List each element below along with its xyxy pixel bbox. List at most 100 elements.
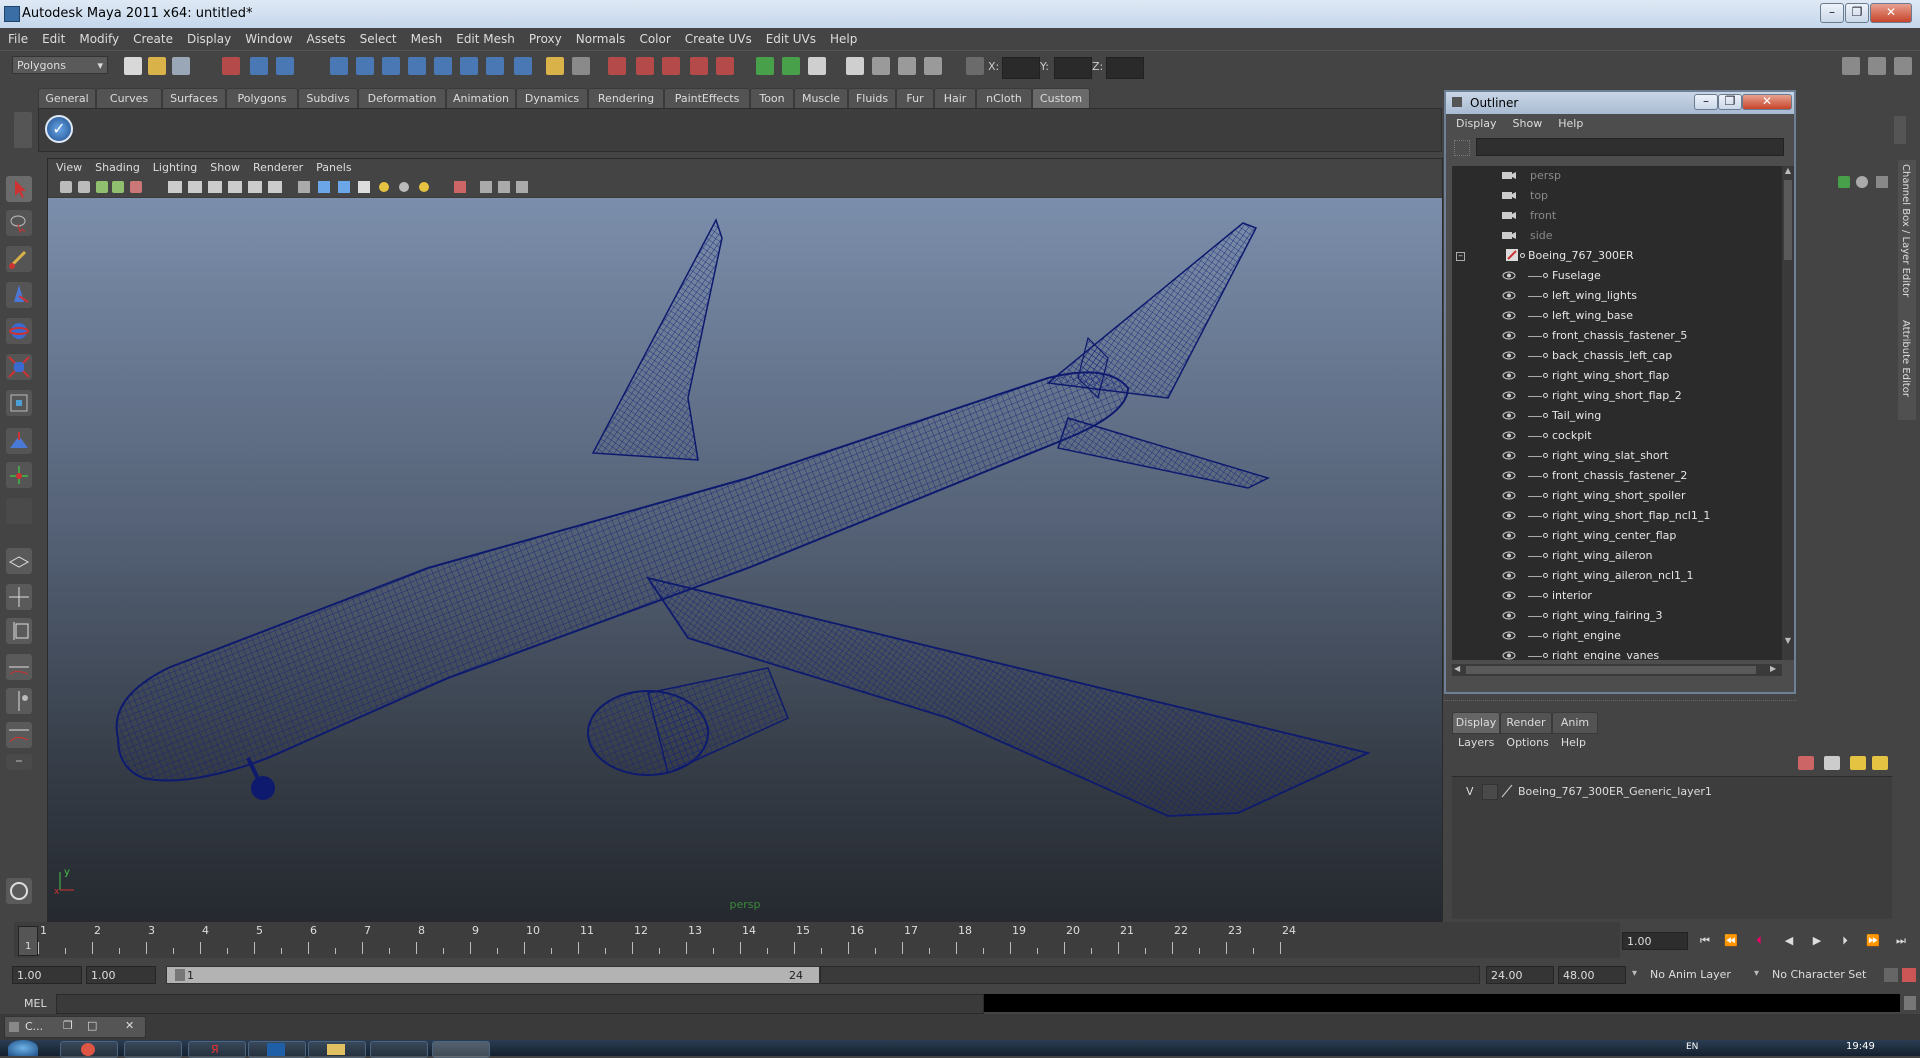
menu-help[interactable]: Help bbox=[822, 28, 863, 46]
auto-key-icon[interactable] bbox=[1884, 968, 1898, 982]
outliner-item[interactable]: back_chassis_left_cap bbox=[1452, 346, 1770, 366]
outliner-minimize-button[interactable]: – bbox=[1694, 94, 1718, 110]
outliner-item-camera[interactable]: persp bbox=[1452, 166, 1770, 186]
layer-name[interactable]: Boeing_767_300ER_Generic_layer1 bbox=[1518, 785, 1712, 798]
outliner-item[interactable]: left_wing_base bbox=[1452, 306, 1770, 326]
menu-set-select[interactable]: Polygons ▾ bbox=[12, 56, 108, 74]
minimized-window[interactable]: C... ❐ □ ✕ bbox=[4, 1016, 146, 1038]
layer-menu-help[interactable]: Help bbox=[1555, 736, 1592, 749]
menu-file[interactable]: File bbox=[0, 28, 34, 46]
show-manipulator-icon[interactable] bbox=[6, 462, 32, 488]
outliner-item[interactable]: right_engine bbox=[1452, 626, 1770, 646]
outliner-item[interactable]: left_wing_lights bbox=[1452, 286, 1770, 306]
paint-select-tool-icon[interactable] bbox=[6, 246, 32, 272]
new-layer-empty-icon[interactable] bbox=[1798, 756, 1814, 770]
shelf-menu-icon[interactable] bbox=[14, 112, 32, 148]
side-tab-attribute-editor[interactable]: Attribute Editor bbox=[1900, 320, 1911, 397]
open-scene-icon[interactable] bbox=[148, 57, 166, 75]
snap-surface-icon[interactable] bbox=[434, 57, 452, 75]
char-set-dropdown-icon[interactable]: ▾ bbox=[1754, 968, 1759, 979]
minimize-button[interactable]: – bbox=[1820, 3, 1844, 23]
shelf-tab-polygons[interactable]: Polygons bbox=[226, 88, 298, 109]
outliner-item[interactable]: Fuselage bbox=[1452, 266, 1770, 286]
layer-options-icon[interactable] bbox=[1850, 756, 1866, 770]
current-frame-field[interactable]: 1.00 bbox=[1622, 932, 1688, 950]
hypershade-icon[interactable] bbox=[690, 57, 708, 75]
channel-box-toggle-icon[interactable] bbox=[1868, 57, 1886, 75]
tool-settings-icon[interactable] bbox=[846, 57, 864, 75]
step-back-frame-icon[interactable]: ⏴ bbox=[1750, 934, 1768, 948]
snap-curve-icon[interactable] bbox=[356, 57, 374, 75]
snap-plane-icon[interactable] bbox=[408, 57, 426, 75]
step-forward-frame-icon[interactable]: ⏵ bbox=[1836, 934, 1854, 948]
shelf-tab-custom[interactable]: Custom bbox=[1032, 88, 1090, 109]
start-time-field[interactable]: 1.00 bbox=[12, 966, 82, 984]
soft-mod-tool-icon[interactable] bbox=[6, 428, 32, 454]
x-input[interactable] bbox=[1002, 57, 1040, 79]
snap-point-icon[interactable] bbox=[382, 57, 400, 75]
scroll-up-icon[interactable]: ▲ bbox=[1783, 166, 1793, 176]
select-object-icon[interactable] bbox=[250, 57, 268, 75]
menu-edit-uvs[interactable]: Edit UVs bbox=[758, 28, 822, 46]
menu-create-uvs[interactable]: Create UVs bbox=[677, 28, 758, 46]
vp-menu-lighting[interactable]: Lighting bbox=[145, 159, 202, 174]
channel-box-icon[interactable] bbox=[872, 57, 890, 75]
outliner-item[interactable]: front_chassis_fastener_2 bbox=[1452, 466, 1770, 486]
outliner-item[interactable]: right_wing_short_flap_2 bbox=[1452, 386, 1770, 406]
layers-icon[interactable] bbox=[1856, 176, 1868, 188]
range-slider-track[interactable] bbox=[820, 966, 1480, 984]
select-component-icon[interactable] bbox=[276, 57, 294, 75]
outliner-item[interactable]: right_wing_aileron bbox=[1452, 546, 1770, 566]
layer-sort-icon[interactable] bbox=[1872, 756, 1888, 770]
shelf-tab-subdivs[interactable]: Subdivs bbox=[298, 88, 358, 109]
perspective-viewport[interactable]: View Shading Lighting Show Renderer Panels bbox=[47, 158, 1443, 922]
menu-window[interactable]: Window bbox=[237, 28, 298, 46]
vp-menu-shading[interactable]: Shading bbox=[87, 159, 145, 174]
menu-mesh[interactable]: Mesh bbox=[403, 28, 449, 46]
side-tab-channel-box[interactable]: Channel Box / Layer Editor bbox=[1900, 164, 1911, 297]
shelf-bottom-icon[interactable] bbox=[6, 878, 32, 904]
snap-grid-icon[interactable] bbox=[330, 57, 348, 75]
time-slider[interactable]: 1 2 3 4 5 6 7 8 9 10 11 12 13 14 15 16 17 18 19 20 21 22 23 24 … bbox=[14, 922, 1620, 958]
layer-visibility-toggle[interactable]: V bbox=[1466, 785, 1474, 798]
taskbar-photoshop-icon[interactable] bbox=[248, 1041, 306, 1058]
tool-settings-toggle-icon[interactable] bbox=[1894, 57, 1912, 75]
shelf-tab-dynamics[interactable]: Dynamics bbox=[516, 88, 588, 109]
history-icon[interactable] bbox=[486, 57, 504, 75]
taskbar-yandex-icon[interactable]: Я bbox=[188, 1041, 246, 1058]
outliner-item[interactable]: right_wing_short_flap bbox=[1452, 366, 1770, 386]
character-set-select[interactable]: No Character Set bbox=[1768, 966, 1878, 984]
snap-live-icon[interactable] bbox=[460, 57, 478, 75]
layout-outliner-persp-icon[interactable] bbox=[6, 618, 32, 644]
ipr-render-icon[interactable] bbox=[636, 57, 654, 75]
shelf-tab-curves[interactable]: Curves bbox=[96, 88, 162, 109]
range-slider[interactable]: 1 24 bbox=[166, 966, 820, 984]
outliner-item[interactable]: right_wing_fairing_3 bbox=[1452, 606, 1770, 626]
outliner-item[interactable]: right_wing_short_flap_ncl1_1 bbox=[1452, 506, 1770, 526]
close-button[interactable]: ✕ bbox=[1870, 3, 1912, 23]
layer-row[interactable]: V Boeing_767_300ER_Generic_layer1 bbox=[1452, 783, 1892, 801]
menu-assets[interactable]: Assets bbox=[299, 28, 352, 46]
shelf-tab-deformation[interactable]: Deformation bbox=[358, 88, 446, 109]
vp-menu-panels[interactable]: Panels bbox=[308, 159, 356, 174]
playback-start-field[interactable]: 1.00 bbox=[86, 966, 156, 984]
mini-restore-icon[interactable]: ❐ bbox=[63, 1019, 73, 1032]
layer-tab-anim[interactable]: Anim bbox=[1552, 712, 1598, 734]
menu-display[interactable]: Display bbox=[179, 28, 237, 46]
scroll-thumb[interactable] bbox=[1784, 180, 1792, 260]
vp-menu-show[interactable]: Show bbox=[202, 159, 245, 174]
layout-hypershade-icon[interactable] bbox=[6, 688, 32, 714]
y-input[interactable] bbox=[1054, 57, 1092, 79]
move-tool-icon[interactable] bbox=[6, 282, 32, 308]
menu-edit[interactable]: Edit bbox=[34, 28, 71, 46]
layout-four-icon[interactable] bbox=[6, 584, 32, 610]
shelf-tab-ncloth[interactable]: nCloth bbox=[976, 88, 1032, 109]
layer-type-toggle[interactable] bbox=[1482, 784, 1498, 800]
menu-color[interactable]: Color bbox=[631, 28, 676, 46]
playback-end-field[interactable]: 24.00 bbox=[1486, 966, 1554, 984]
outliner-item[interactable]: Tail_wing bbox=[1452, 406, 1770, 426]
play-backwards-icon[interactable]: ◀ bbox=[1780, 934, 1798, 948]
outliner-list[interactable]: persp top front side – Boeing_767_300ER … bbox=[1452, 166, 1782, 660]
taskbar-app-icon[interactable] bbox=[124, 1041, 182, 1058]
panel-divider[interactable] bbox=[1444, 700, 1796, 705]
